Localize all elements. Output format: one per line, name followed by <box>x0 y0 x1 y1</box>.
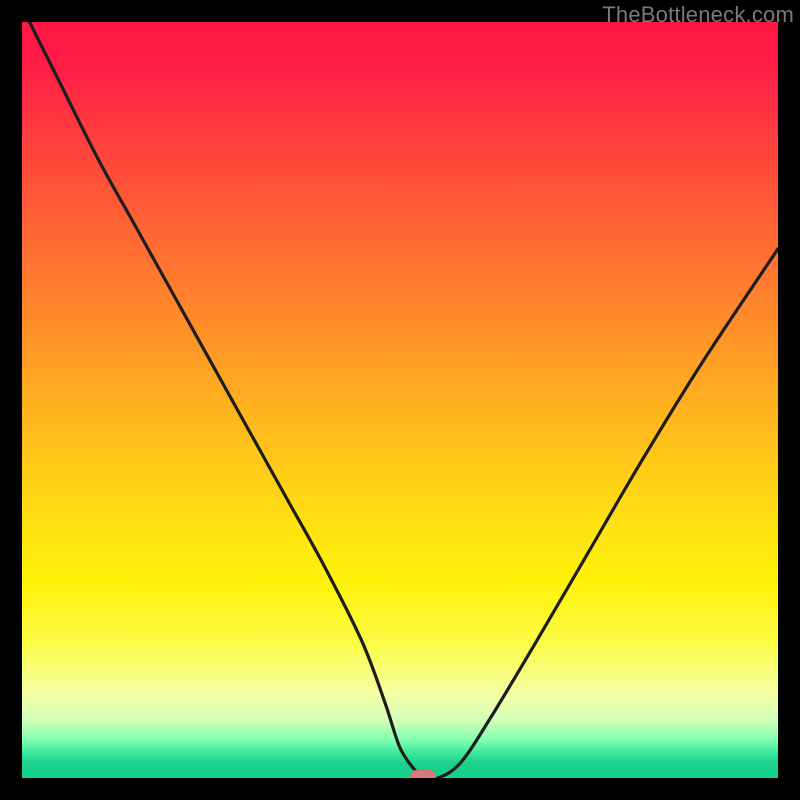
bottleneck-curve <box>22 22 778 778</box>
watermark-text: TheBottleneck.com <box>602 2 794 28</box>
optimum-marker <box>410 770 436 778</box>
plot-area <box>22 22 778 778</box>
chart-frame: TheBottleneck.com <box>0 0 800 800</box>
